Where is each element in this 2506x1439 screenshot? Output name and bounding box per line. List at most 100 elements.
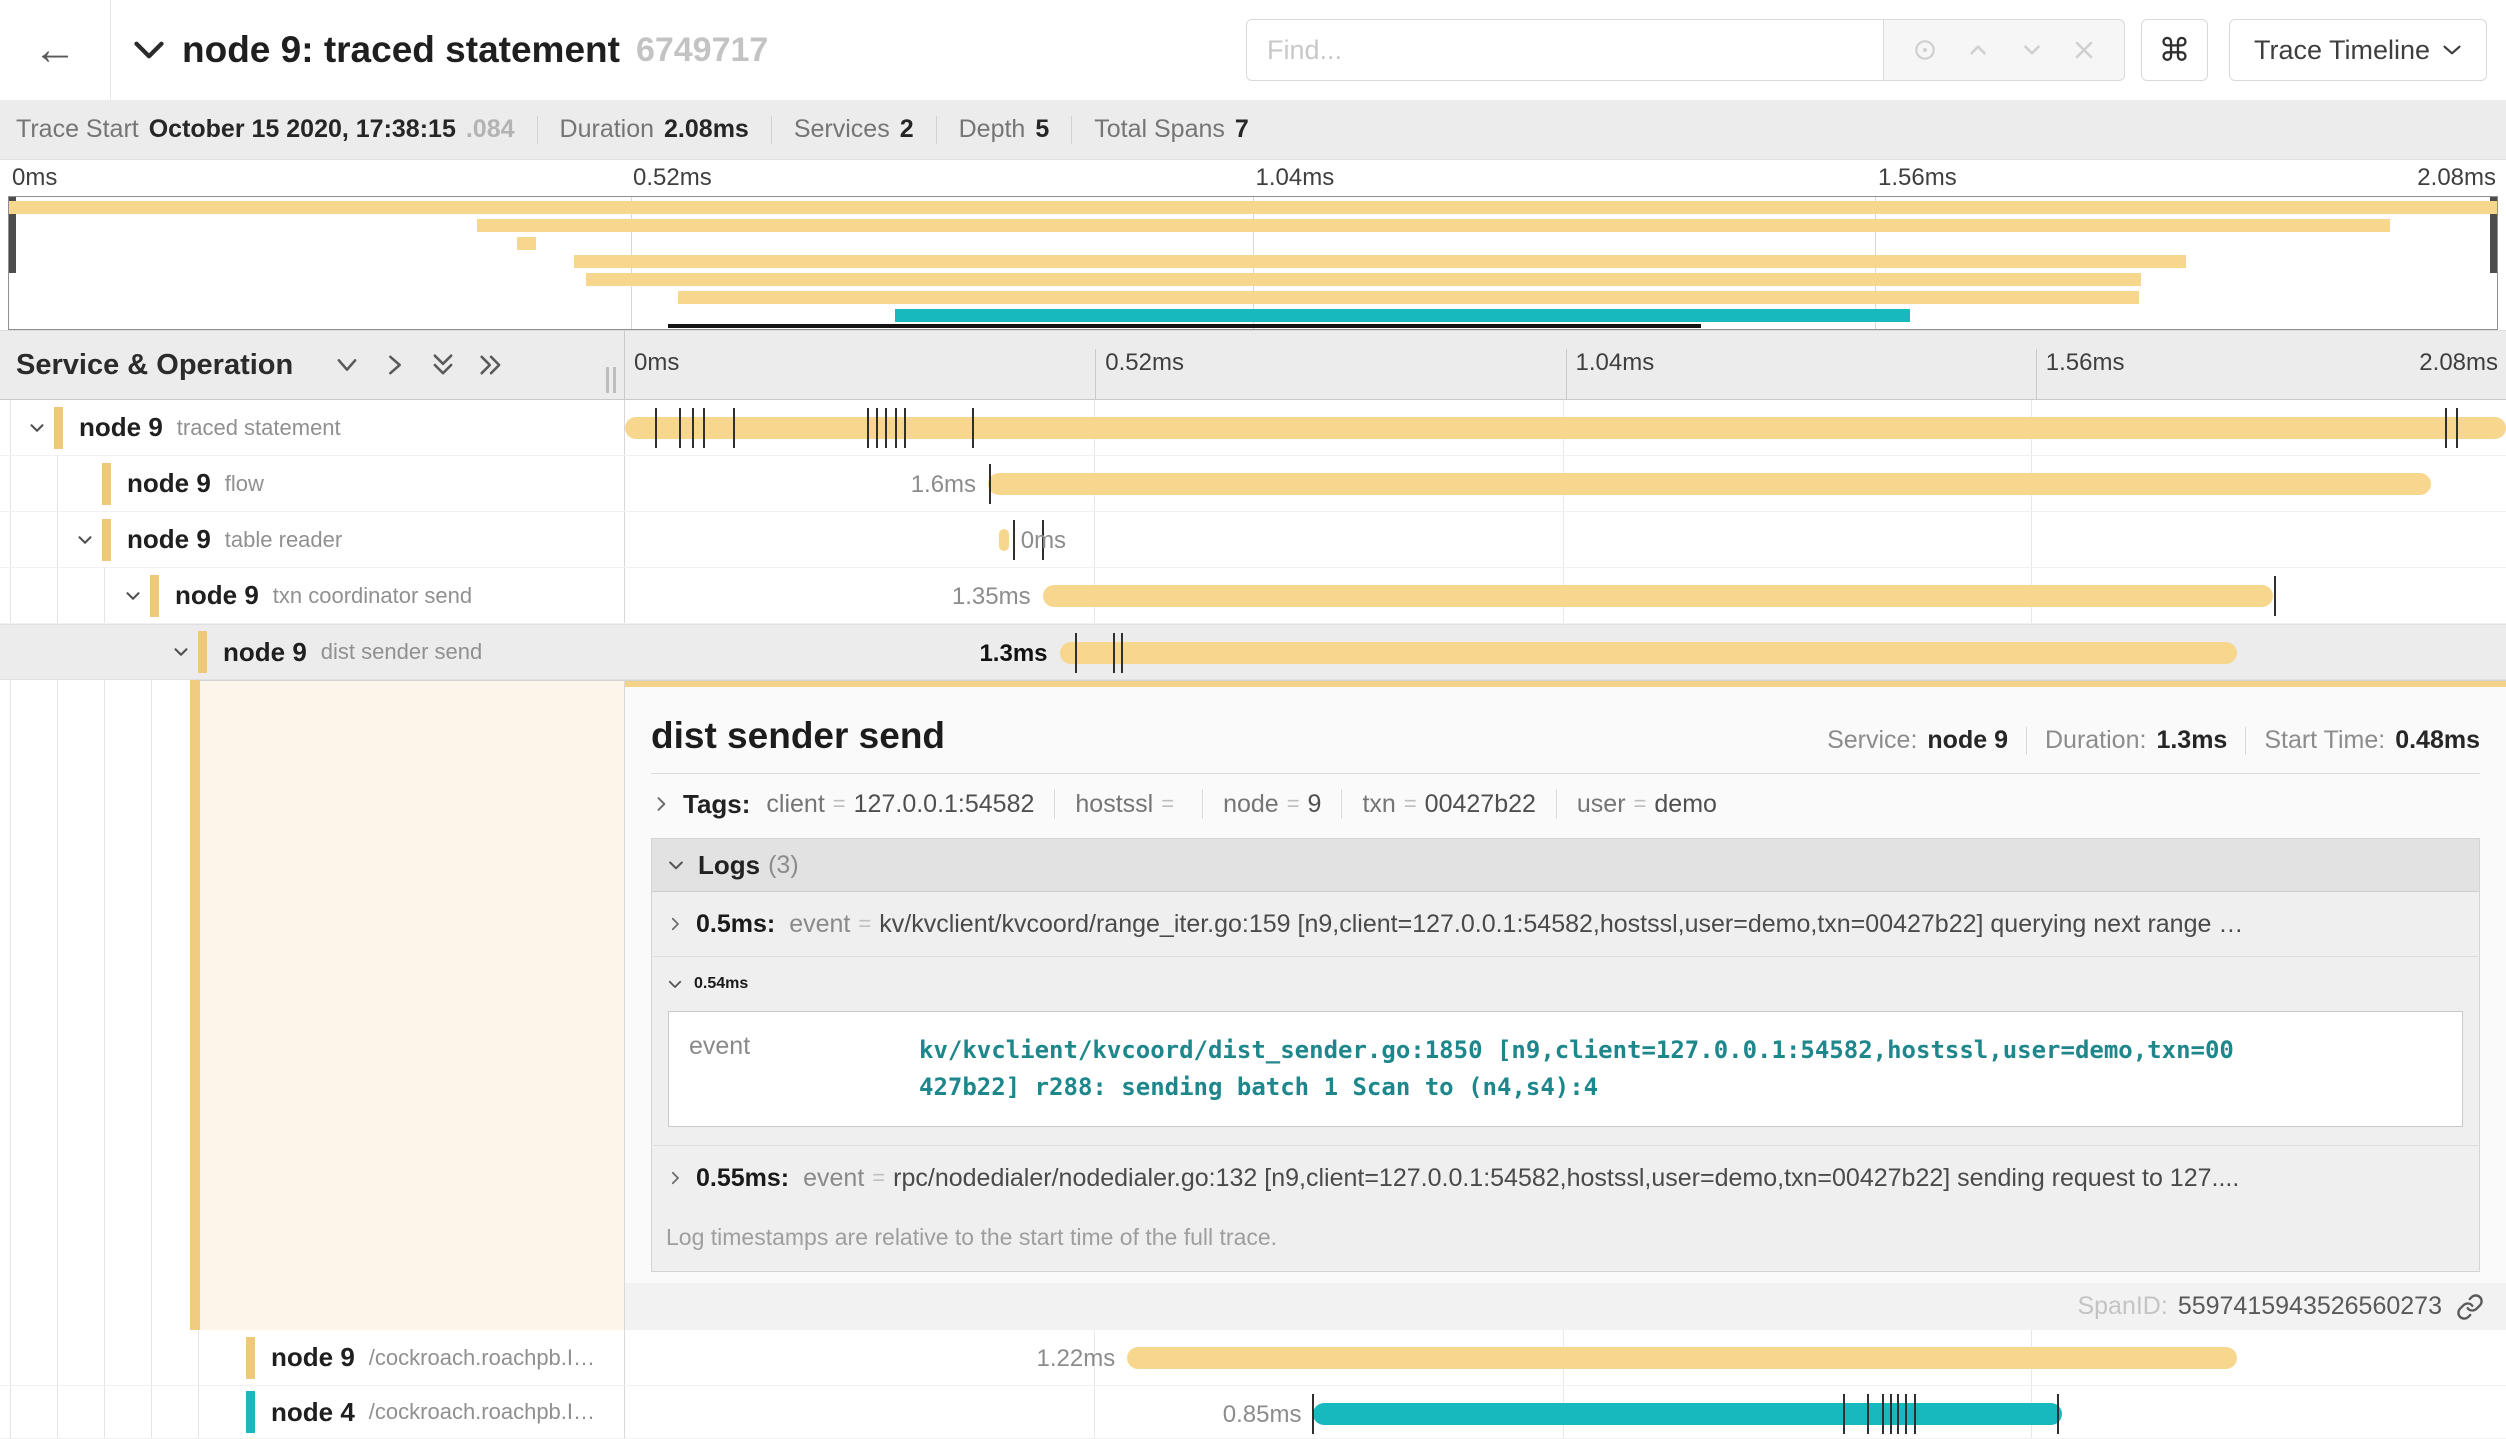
logs-footer-note: Log timestamps are relative to the start… — [652, 1210, 2479, 1271]
span-name-cell[interactable]: node 4/cockroach.roachpb.I… — [0, 1386, 625, 1438]
find-box[interactable] — [1246, 19, 1883, 81]
service-name: node 9 — [175, 580, 259, 611]
span-bar[interactable] — [1127, 1347, 2237, 1369]
span-bar[interactable] — [625, 417, 2506, 439]
collapse-all-icon[interactable] — [429, 351, 457, 379]
minimap-span-bar — [477, 219, 2390, 232]
minimap-tick-label: 0ms — [12, 164, 57, 192]
span-timeline-cell[interactable]: 0ms — [625, 512, 2506, 567]
logs-count: (3) — [768, 851, 799, 880]
find-clear-icon[interactable] — [2072, 38, 2096, 62]
span-bar[interactable] — [999, 529, 1008, 551]
divider — [537, 116, 538, 144]
link-icon[interactable] — [2456, 1293, 2484, 1321]
locate-icon[interactable] — [1912, 37, 1938, 63]
chevron-right-icon — [651, 794, 671, 814]
tag-item: hostssl = — [1075, 790, 1182, 819]
span-detail-title: dist sender send — [651, 715, 945, 757]
minimap-span-bar — [517, 237, 537, 250]
meta-value: node 9 — [1927, 726, 2008, 755]
log-marker — [2057, 1394, 2059, 1434]
span-collapse-icon[interactable] — [68, 529, 102, 551]
span-timeline-cell[interactable]: 1.3ms — [625, 625, 2506, 679]
collapse-one-icon[interactable] — [333, 351, 361, 379]
log-field-value: kv/kvclient/kvcoord/dist_sender.go:1850 … — [919, 1012, 2239, 1126]
collapse-trace-chevron-icon[interactable] — [134, 40, 164, 60]
span-bar[interactable] — [1043, 585, 2273, 607]
span-duration-label: 1.35ms — [952, 583, 1031, 611]
timeline-header: Service & Operation 0ms 0.52ms 1.04ms 1.… — [0, 330, 2506, 400]
minimap-canvas[interactable] — [8, 196, 2498, 330]
log-marker — [1914, 1394, 1916, 1434]
minimap-tick-label: 1.56ms — [1878, 164, 1957, 192]
span-bar[interactable] — [988, 473, 2431, 495]
tags-row[interactable]: Tags: client = 127.0.0.1:54582 hostssl = — [651, 776, 2480, 832]
span-name-cell[interactable]: node 9/cockroach.roachpb.I… — [0, 1330, 625, 1385]
service-color-chip — [150, 575, 159, 617]
find-prev-icon[interactable] — [1965, 37, 1991, 63]
trace-summary-bar: Trace Start October 15 2020, 17:38:15.08… — [0, 100, 2506, 160]
span-name-cell[interactable]: node 9traced statement — [0, 400, 625, 455]
span-row[interactable]: node 4/cockroach.roachpb.I… 0.85ms — [0, 1386, 2506, 1439]
logs-header[interactable]: Logs (3) — [652, 839, 2479, 892]
span-collapse-icon[interactable] — [164, 641, 198, 663]
span-timeline-cell[interactable]: 1.35ms — [625, 568, 2506, 623]
span-name-cell[interactable]: node 9table reader — [0, 512, 625, 567]
operation-name: /cockroach.roachpb.I… — [369, 1345, 595, 1371]
tag-item: node = 9 — [1223, 790, 1321, 819]
summary-label: Trace Start — [16, 115, 139, 144]
span-name-cell[interactable]: node 9flow — [0, 456, 625, 511]
divider — [1341, 789, 1342, 819]
trace-title: node 9: traced statement — [182, 29, 620, 71]
log-entry-expanded-header[interactable]: 0.54ms — [652, 957, 2479, 1011]
log-marker — [655, 408, 657, 448]
log-marker — [2274, 576, 2276, 616]
summary-value: 2.08ms — [664, 115, 749, 144]
column-resizer-handle[interactable] — [606, 367, 616, 393]
span-row[interactable]: node 9table reader0ms — [0, 512, 2506, 568]
minimap-scroll-indicator — [668, 324, 1701, 328]
span-row[interactable]: node 9traced statement — [0, 400, 2506, 456]
log-marker — [1905, 1394, 1907, 1434]
log-marker — [1843, 1394, 1845, 1434]
span-duration-label: 0.85ms — [1223, 1401, 1302, 1429]
find-next-icon[interactable] — [2019, 37, 2045, 63]
operation-name: txn coordinator send — [273, 583, 472, 609]
divider — [936, 116, 937, 144]
span-id-bar: SpanID: 5597415943526560273 — [625, 1283, 2506, 1330]
log-entry[interactable]: 0.55ms: event = rpc/nodedialer/nodediale… — [652, 1146, 2479, 1210]
back-button[interactable]: ← — [0, 0, 111, 100]
divider — [1054, 789, 1055, 819]
service-color-chip — [54, 407, 63, 449]
log-marker — [885, 408, 887, 448]
expand-one-icon[interactable] — [381, 351, 409, 379]
span-row[interactable]: node 9flow1.6ms — [0, 456, 2506, 512]
log-entry[interactable]: 0.5ms: event = kv/kvclient/kvcoord/range… — [652, 892, 2479, 956]
span-collapse-icon[interactable] — [20, 417, 54, 439]
span-row[interactable]: node 9dist sender send1.3ms — [0, 624, 2506, 680]
span-collapse-icon[interactable] — [116, 585, 150, 607]
span-timeline-cell[interactable] — [625, 400, 2506, 455]
expand-all-icon[interactable] — [477, 351, 505, 379]
divider — [771, 116, 772, 144]
span-bar[interactable] — [1313, 1403, 2062, 1425]
span-timeline-cell[interactable]: 0.85ms — [625, 1386, 2506, 1438]
span-accent-strip — [190, 680, 200, 1330]
span-name-cell[interactable]: node 9 txn coordinator send — [0, 568, 625, 623]
span-name-cell[interactable]: node 9dist sender send — [0, 625, 625, 679]
chevron-right-icon — [666, 915, 684, 933]
span-timeline-cell[interactable]: 1.22ms — [625, 1330, 2506, 1385]
span-bar[interactable] — [1060, 642, 2238, 664]
log-marker — [1882, 1394, 1884, 1434]
service-color-chip — [102, 463, 111, 505]
keyboard-shortcuts-button[interactable]: ⌘ — [2141, 19, 2208, 81]
trace-view-selector[interactable]: Trace Timeline — [2229, 19, 2487, 81]
span-row[interactable]: node 9/cockroach.roachpb.I…1.22ms — [0, 1330, 2506, 1386]
span-row[interactable]: node 9 txn coordinator send 1.35ms — [0, 568, 2506, 624]
find-input[interactable] — [1247, 20, 1883, 80]
span-timeline-cell[interactable]: 1.6ms — [625, 456, 2506, 511]
log-value: kv/kvclient/kvcoord/range_iter.go:159 [n… — [879, 910, 2243, 939]
trace-id: 6749717 — [636, 31, 768, 70]
log-marker — [733, 408, 735, 448]
log-marker — [1121, 633, 1123, 673]
